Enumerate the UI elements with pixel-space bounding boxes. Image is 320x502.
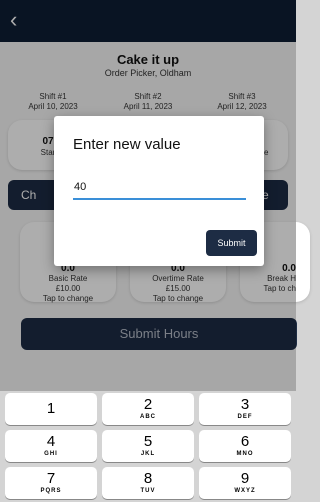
- key-1[interactable]: 1: [5, 393, 97, 425]
- key-letters: PQRS: [40, 488, 62, 494]
- key-letters: MNO: [236, 451, 254, 457]
- key-8[interactable]: 8 TUV: [102, 467, 194, 499]
- key-letters: DEF: [237, 414, 253, 420]
- value-input[interactable]: [73, 176, 246, 200]
- dialog-submit-button[interactable]: Submit: [206, 230, 257, 256]
- key-digit: 2: [143, 396, 153, 413]
- key-letters: GHI: [44, 451, 58, 457]
- key-6[interactable]: 6 MNO: [199, 430, 291, 462]
- key-digit: 9: [240, 470, 250, 487]
- numeric-keyboard: 1 2 ABC 3 DEF 4 GHI 5 JKL 6 MNO 7 PQRS 8…: [0, 391, 296, 502]
- key-digit: 5: [143, 433, 153, 450]
- key-digit: 6: [240, 433, 250, 450]
- key-3[interactable]: 3 DEF: [199, 393, 291, 425]
- key-4[interactable]: 4 GHI: [5, 430, 97, 462]
- key-letters: ABC: [140, 414, 156, 420]
- key-digit: 4: [46, 433, 56, 450]
- dialog-title: Enter new value: [73, 136, 181, 153]
- key-9[interactable]: 9 WXYZ: [199, 467, 291, 499]
- key-digit: 3: [240, 396, 250, 413]
- key-letters: WXYZ: [234, 488, 256, 494]
- key-letters: JKL: [140, 451, 156, 457]
- key-digit: 8: [143, 470, 153, 487]
- enter-value-dialog: Enter new value Submit: [54, 116, 264, 266]
- key-digit: 7: [46, 470, 56, 487]
- key-7[interactable]: 7 PQRS: [5, 467, 97, 499]
- key-5[interactable]: 5 JKL: [102, 430, 194, 462]
- key-2[interactable]: 2 ABC: [102, 393, 194, 425]
- key-letters: TUV: [140, 488, 156, 494]
- key-digit: 1: [46, 400, 56, 417]
